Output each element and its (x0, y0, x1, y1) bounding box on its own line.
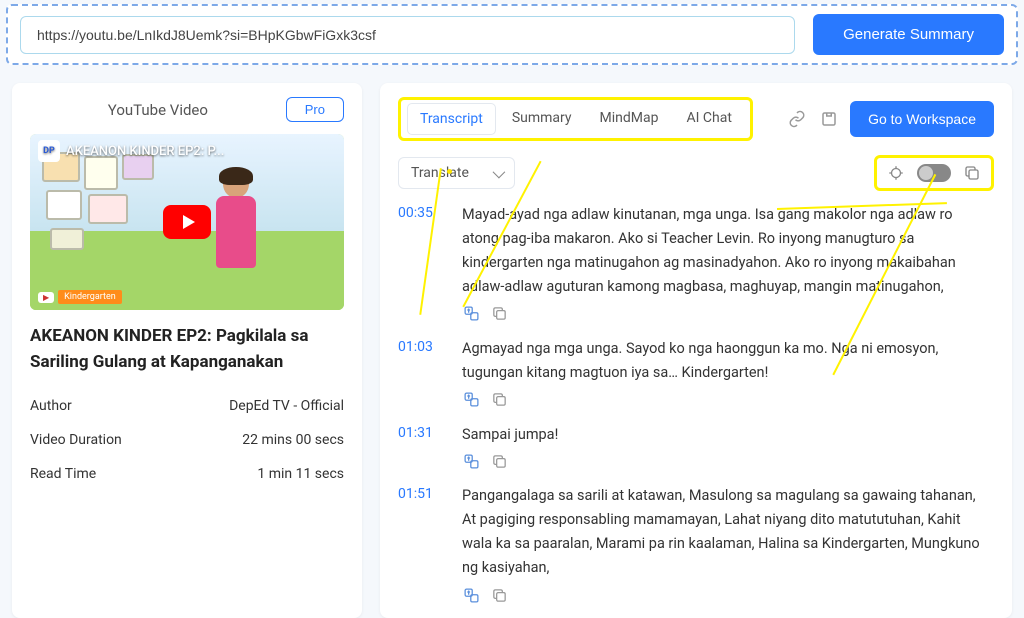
timestamp[interactable]: 01:51 (398, 484, 440, 580)
segment-text: Agmayad nga mga unga. Sayod ko nga haong… (462, 337, 988, 385)
focus-icon[interactable] (885, 162, 907, 184)
copy-segment-icon[interactable] (490, 586, 508, 604)
translate-label: Translate (411, 165, 469, 181)
link-icon[interactable] (786, 108, 808, 130)
timestamp[interactable]: 00:35 (398, 203, 440, 299)
video-info-panel: YouTube Video Pro DP AKEANON KINDER EP (12, 83, 362, 618)
tab-mindmap[interactable]: MindMap (588, 103, 671, 135)
transcript-segment: 01:31 Sampai jumpa! (398, 423, 988, 447)
translate-dropdown[interactable]: Translate (398, 157, 515, 189)
translate-segment-icon[interactable] (462, 305, 480, 323)
tools-highlight-box (874, 155, 994, 191)
translate-segment-icon[interactable] (462, 391, 480, 409)
copy-all-icon[interactable] (961, 162, 983, 184)
kindergarten-tag: Kindergarten (58, 290, 122, 304)
author-row: Author DepEd TV - Official (30, 389, 344, 423)
segment-actions (462, 391, 988, 409)
copy-segment-icon[interactable] (490, 391, 508, 409)
translate-segment-icon[interactable] (462, 586, 480, 604)
copy-segment-icon[interactable] (490, 305, 508, 323)
play-icon[interactable] (163, 205, 211, 239)
video-title: AKEANON KINDER EP2: Pagkilala sa Sarilin… (30, 324, 344, 375)
author-value: DepEd TV - Official (229, 398, 344, 414)
segment-text: Mayad-ayad nga adlaw kinutanan, mga unga… (462, 203, 988, 299)
readtime-label: Read Time (30, 466, 96, 482)
segment-actions (462, 305, 988, 323)
url-input[interactable] (20, 16, 795, 54)
tab-transcript[interactable]: Transcript (407, 103, 496, 135)
save-icon[interactable] (818, 108, 840, 130)
transcript-list[interactable]: 00:35 Mayad-ayad nga adlaw kinutanan, mg… (398, 203, 994, 618)
video-thumbnail[interactable]: DP AKEANON KINDER EP2: P... ▶ Kindergart… (30, 134, 344, 310)
top-bar: Generate Summary (6, 4, 1018, 65)
autoscroll-toggle[interactable] (917, 164, 951, 182)
tab-aichat[interactable]: AI Chat (674, 103, 743, 135)
copy-segment-icon[interactable] (490, 452, 508, 470)
timestamp[interactable]: 01:31 (398, 423, 440, 447)
transcript-segment: 01:51 Pangangalaga sa sarili at katawan,… (398, 484, 988, 580)
transcript-segment: 00:35 Mayad-ayad nga adlaw kinutanan, mg… (398, 203, 988, 299)
author-label: Author (30, 398, 72, 414)
tabs-highlight-box: Transcript Summary MindMap AI Chat (398, 97, 753, 141)
segment-text: Sampai jumpa! (462, 423, 988, 447)
generate-summary-button[interactable]: Generate Summary (813, 14, 1004, 55)
translate-segment-icon[interactable] (462, 452, 480, 470)
readtime-value: 1 min 11 secs (257, 466, 344, 482)
duration-row: Video Duration 22 mins 00 secs (30, 423, 344, 457)
segment-text: Pangangalaga sa sarili at katawan, Masul… (462, 484, 988, 580)
channel-logo-icon: DP (38, 140, 60, 162)
workspace-button[interactable]: Go to Workspace (850, 101, 994, 137)
panel-title: YouTube Video (30, 101, 286, 119)
readtime-row: Read Time 1 min 11 secs (30, 457, 344, 491)
transcript-segment: 01:03 Agmayad nga mga unga. Sayod ko nga… (398, 337, 988, 385)
pro-button[interactable]: Pro (286, 97, 344, 122)
timestamp[interactable]: 01:03 (398, 337, 440, 385)
annotation-dot-icon (447, 169, 452, 174)
segment-actions (462, 452, 988, 470)
duration-value: 22 mins 00 secs (242, 432, 344, 448)
tab-summary[interactable]: Summary (500, 103, 584, 135)
deped-badge-icon: ▶ (38, 292, 54, 303)
transcript-panel: Transcript Summary MindMap AI Chat Go to… (380, 83, 1012, 618)
segment-actions (462, 586, 988, 604)
thumbnail-title: AKEANON KINDER EP2: P... (66, 144, 224, 159)
duration-label: Video Duration (30, 432, 122, 448)
